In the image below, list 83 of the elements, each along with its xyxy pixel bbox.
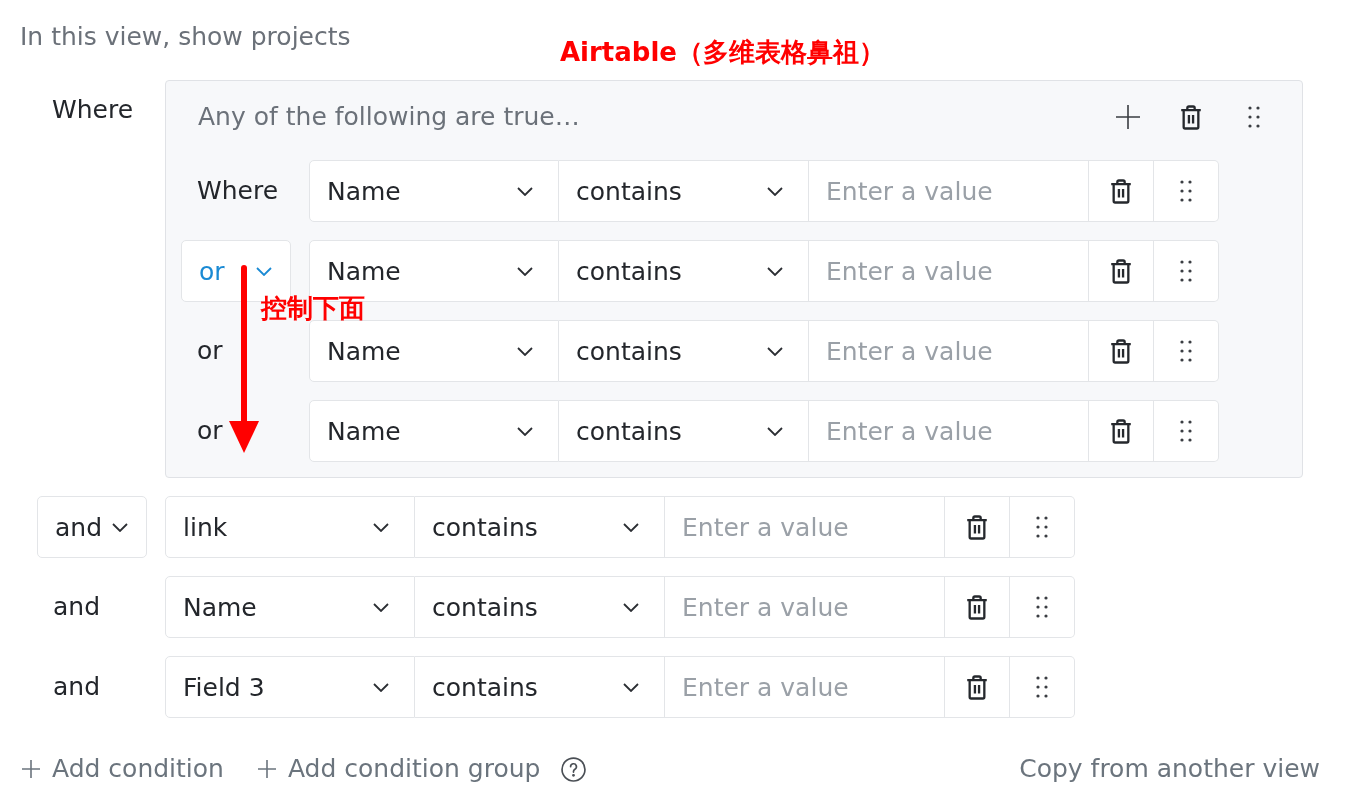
grip-icon bbox=[1036, 516, 1048, 538]
trash-icon bbox=[1180, 104, 1202, 130]
caret-icon bbox=[517, 346, 533, 356]
trash-icon bbox=[966, 674, 988, 700]
conjunction-select[interactable]: and bbox=[37, 496, 147, 558]
drag-handle[interactable] bbox=[1010, 576, 1075, 638]
annotation-title: Airtable（多维表格鼻祖） bbox=[560, 36, 885, 69]
caret-icon bbox=[623, 522, 639, 532]
drag-handle[interactable] bbox=[1154, 240, 1219, 302]
delete-button[interactable] bbox=[945, 496, 1010, 558]
value-field[interactable]: Enter a value bbox=[809, 240, 1089, 302]
delete-button[interactable] bbox=[945, 656, 1010, 718]
operator-select[interactable]: contains bbox=[559, 400, 809, 462]
conjunction-label: and bbox=[52, 591, 101, 623]
caret-icon bbox=[623, 682, 639, 692]
delete-button[interactable] bbox=[1089, 320, 1154, 382]
grip-icon bbox=[1248, 106, 1260, 128]
conjunction-label: and bbox=[52, 671, 101, 703]
caret-icon bbox=[373, 522, 389, 532]
operator-select[interactable]: contains bbox=[559, 240, 809, 302]
caret-icon bbox=[767, 426, 783, 436]
grip-icon bbox=[1180, 180, 1192, 202]
operator-select[interactable]: contains bbox=[559, 320, 809, 382]
value-field[interactable]: Enter a value bbox=[809, 160, 1089, 222]
help-icon[interactable] bbox=[561, 756, 587, 782]
caret-icon bbox=[767, 266, 783, 276]
delete-button[interactable] bbox=[945, 576, 1010, 638]
operator-select[interactable]: contains bbox=[415, 656, 665, 718]
trash-icon bbox=[1110, 258, 1132, 284]
field-select[interactable]: Name bbox=[309, 400, 559, 462]
group-header: Any of the following are true… bbox=[198, 101, 580, 133]
delete-button[interactable] bbox=[1089, 240, 1154, 302]
drag-handle[interactable] bbox=[1010, 656, 1075, 718]
delete-button[interactable] bbox=[1089, 400, 1154, 462]
field-select[interactable]: Name bbox=[309, 320, 559, 382]
caret-icon bbox=[517, 186, 533, 196]
value-field[interactable]: Enter a value bbox=[665, 496, 945, 558]
operator-select[interactable]: contains bbox=[415, 576, 665, 638]
caret-icon bbox=[517, 266, 533, 276]
copy-from-view-link[interactable]: Copy from another view bbox=[1019, 752, 1320, 786]
caret-icon bbox=[517, 426, 533, 436]
where-label: Where bbox=[52, 94, 135, 126]
conjunction-label: or bbox=[196, 335, 223, 367]
trash-icon bbox=[1110, 418, 1132, 444]
plus-icon bbox=[257, 760, 276, 778]
trash-icon bbox=[966, 594, 988, 620]
conjunction-label: Where bbox=[196, 175, 279, 207]
trash-icon bbox=[1110, 338, 1132, 364]
value-field[interactable]: Enter a value bbox=[809, 400, 1089, 462]
plus-icon bbox=[22, 760, 40, 778]
conjunction-label: or bbox=[196, 415, 223, 447]
drag-handle[interactable] bbox=[1154, 400, 1219, 462]
operator-select[interactable]: contains bbox=[415, 496, 665, 558]
caret-icon bbox=[373, 602, 389, 612]
grip-icon bbox=[1180, 420, 1192, 442]
caret-icon bbox=[373, 682, 389, 692]
caret-icon bbox=[623, 602, 639, 612]
drag-handle[interactable] bbox=[1154, 160, 1219, 222]
caret-icon bbox=[767, 346, 783, 356]
add-condition-button[interactable]: Add condition bbox=[22, 752, 224, 786]
view-heading: In this view, show projects bbox=[20, 21, 351, 53]
add-condition-group-button[interactable]: Add condition group bbox=[257, 752, 541, 786]
field-select[interactable]: Field 3 bbox=[165, 656, 415, 718]
grip-icon bbox=[1180, 260, 1192, 282]
grip-icon bbox=[1036, 596, 1048, 618]
plus-icon bbox=[1116, 105, 1140, 129]
operator-select[interactable]: contains bbox=[559, 160, 809, 222]
field-select[interactable]: link bbox=[165, 496, 415, 558]
caret-icon bbox=[112, 522, 128, 532]
field-select[interactable]: Name bbox=[309, 160, 559, 222]
grip-icon bbox=[1180, 340, 1192, 362]
drag-handle[interactable] bbox=[1154, 320, 1219, 382]
trash-icon bbox=[966, 514, 988, 540]
value-field[interactable]: Enter a value bbox=[665, 656, 945, 718]
caret-icon bbox=[767, 186, 783, 196]
grip-icon bbox=[1036, 676, 1048, 698]
delete-button[interactable] bbox=[1089, 160, 1154, 222]
trash-icon bbox=[1110, 178, 1132, 204]
caret-icon bbox=[256, 266, 272, 276]
drag-handle[interactable] bbox=[1010, 496, 1075, 558]
value-field[interactable]: Enter a value bbox=[809, 320, 1089, 382]
field-select[interactable]: Name bbox=[165, 576, 415, 638]
value-field[interactable]: Enter a value bbox=[665, 576, 945, 638]
